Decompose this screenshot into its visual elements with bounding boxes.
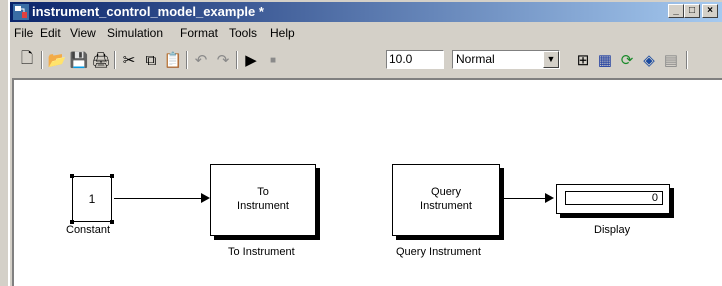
menu-simulation[interactable]: Simulation — [107, 26, 163, 40]
toolbar-separator — [41, 51, 43, 69]
display-label[interactable]: Display — [594, 224, 630, 236]
toolbar-separator — [186, 51, 188, 69]
menu-file[interactable]: File — [14, 26, 33, 40]
paste-icon[interactable]: 📋 — [162, 49, 184, 71]
to-instrument-block[interactable]: To Instrument — [210, 164, 316, 236]
display-value: 0 — [565, 191, 663, 205]
dropdown-arrow-icon[interactable]: ▼ — [543, 51, 559, 68]
cut-icon[interactable]: ✂ — [118, 49, 140, 71]
print-icon[interactable]: 🖨 — [90, 49, 112, 71]
copy-icon[interactable]: ⧉ — [140, 49, 162, 71]
simulation-mode-select[interactable]: Normal ▼ — [452, 50, 560, 69]
title-bar[interactable]: instrument_control_model_example * _ □ × — [10, 2, 722, 22]
stop-time-input[interactable]: 10.0 — [386, 50, 444, 69]
toolbar: 🗋 📂 💾 🖨 ✂ ⧉ 📋 ↶ ↷ ▶ ■ ⊞ ▦ ⟳ ◈ ▤ — [10, 46, 722, 74]
maximize-button[interactable]: □ — [684, 4, 700, 18]
minimize-button[interactable]: _ — [668, 4, 684, 18]
query-instrument-label[interactable]: Query Instrument — [396, 246, 481, 258]
to-instrument-inner-line-1: To — [257, 186, 269, 198]
constant-block[interactable]: 1 — [72, 176, 112, 222]
query-instrument-inner-line-1: Query — [431, 186, 461, 198]
menu-edit[interactable]: Edit — [40, 26, 61, 40]
to-instrument-inner-line-2: Instrument — [237, 200, 289, 212]
menu-tools[interactable]: Tools — [229, 26, 257, 40]
open-icon[interactable]: 📂 — [46, 49, 68, 71]
signal-line[interactable] — [114, 198, 202, 199]
refresh-icon[interactable]: ⟳ — [616, 49, 638, 71]
menu-format[interactable]: Format — [180, 26, 218, 40]
build-icon[interactable]: ⊞ — [572, 49, 594, 71]
signal-line[interactable] — [504, 198, 546, 199]
explorer-icon[interactable]: ▤ — [660, 49, 682, 71]
menu-help[interactable]: Help — [270, 26, 295, 40]
new-icon[interactable]: 🗋 — [16, 49, 38, 71]
selection-handle[interactable] — [110, 220, 114, 224]
close-button[interactable]: × — [702, 4, 718, 18]
update-icon[interactable]: ▦ — [594, 49, 616, 71]
model-window: instrument_control_model_example * _ □ ×… — [8, 0, 722, 286]
toolbar-separator — [114, 51, 116, 69]
stop-icon[interactable]: ■ — [262, 49, 284, 71]
signal-arrow — [201, 193, 210, 203]
window-title: instrument_control_model_example * — [32, 4, 264, 19]
selection-handle[interactable] — [70, 174, 74, 178]
simulink-app-icon[interactable] — [13, 4, 29, 20]
toolbar-separator — [686, 51, 688, 69]
model-canvas[interactable]: 1 Constant To Instrument To Instrument Q… — [12, 78, 722, 286]
constant-label[interactable]: Constant — [66, 224, 110, 236]
play-icon[interactable]: ▶ — [240, 49, 262, 71]
constant-value: 1 — [88, 192, 96, 206]
selection-handle[interactable] — [110, 174, 114, 178]
display-block[interactable]: 0 — [556, 184, 670, 214]
menu-view[interactable]: View — [70, 26, 96, 40]
simulation-mode-value: Normal — [456, 52, 495, 66]
signal-arrow — [545, 193, 554, 203]
redo-icon[interactable]: ↷ — [212, 49, 234, 71]
menu-bar: File Edit View Simulation Format Tools H… — [10, 24, 722, 44]
query-instrument-block[interactable]: Query Instrument — [392, 164, 500, 236]
toolbar-separator — [236, 51, 238, 69]
library-icon[interactable]: ◈ — [638, 49, 660, 71]
to-instrument-label[interactable]: To Instrument — [228, 246, 295, 258]
save-icon[interactable]: 💾 — [68, 49, 90, 71]
query-instrument-inner-line-2: Instrument — [420, 200, 472, 212]
undo-icon[interactable]: ↶ — [190, 49, 212, 71]
